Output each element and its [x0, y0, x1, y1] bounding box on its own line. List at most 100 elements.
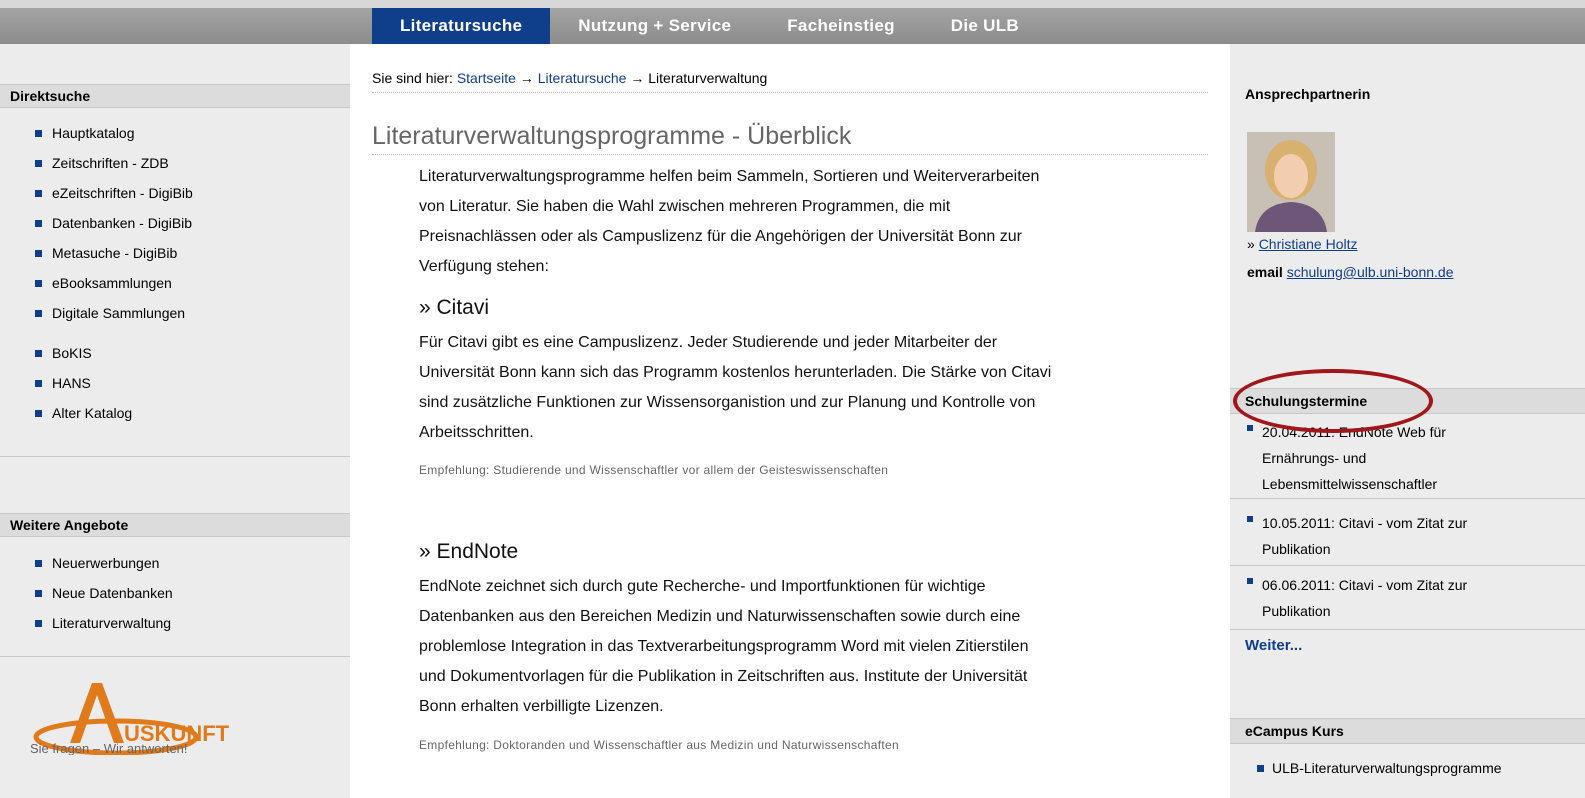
- term-line: Ernährungs- und: [1262, 450, 1367, 466]
- bullet-icon: [35, 380, 42, 387]
- main-nav: Literatursuche Nutzung + Service Fachein…: [372, 8, 1047, 44]
- sidebar-item-bokis[interactable]: BoKIS: [0, 338, 350, 368]
- bullet-icon: [35, 190, 42, 197]
- email-label: email: [1247, 264, 1287, 280]
- divider: [0, 456, 350, 457]
- sidebar-item-label: Neuerwerbungen: [52, 555, 160, 571]
- contact-photo: [1247, 132, 1335, 232]
- endnote-recommendation: Empfehlung: Doktoranden und Wissenschaft…: [419, 738, 899, 752]
- nav-literatursuche[interactable]: Literatursuche: [372, 8, 551, 44]
- sidebar-item-digitale-sammlungen[interactable]: Digitale Sammlungen: [0, 298, 350, 328]
- sidebar-item-label: eBooksammlungen: [52, 275, 172, 291]
- bullet-icon: [35, 620, 42, 627]
- bullet-icon: [1247, 516, 1253, 522]
- direktsuche-list: Hauptkatalog Zeitschriften - ZDB eZeitsc…: [0, 118, 350, 328]
- citavi-paragraph: Für Citavi gibt es eine Campuslizenz. Je…: [419, 328, 1219, 448]
- term-item[interactable]: 06.06.2011: Citavi - vom Zitat zur Publi…: [1230, 572, 1585, 630]
- direktsuche-heading: Direktsuche: [0, 84, 350, 108]
- intro-line: Preisnachlässen oder als Campuslizenz fü…: [419, 228, 1022, 245]
- divider: [372, 92, 1208, 93]
- bullet-icon: [35, 350, 42, 357]
- term-line: Publikation: [1262, 541, 1331, 557]
- nav-nutzung-service[interactable]: Nutzung + Service: [550, 8, 759, 44]
- term-item[interactable]: 10.05.2011: Citavi - vom Zitat zur Publi…: [1230, 510, 1585, 566]
- sidebar-item-alter-katalog[interactable]: Alter Katalog: [0, 398, 350, 428]
- bullet-icon: [35, 160, 42, 167]
- breadcrumb-prefix: Sie sind hier:: [372, 70, 457, 86]
- contact-name-row: » Christiane Holtz: [1247, 236, 1358, 252]
- right-sidebar: Ansprechpartnerin » Christiane Holtz ema…: [1230, 44, 1585, 798]
- bullet-icon: [1247, 425, 1253, 431]
- auskunft-logo[interactable]: USKUNFT Sie fragen – Wir antworten!: [30, 665, 250, 756]
- sidebar-item-ebooksammlungen[interactable]: eBooksammlungen: [0, 268, 350, 298]
- ecampus-item-label: ULB-Literaturverwaltungsprogramme: [1272, 760, 1502, 776]
- contact-email-row: email schulung@ulb.uni-bonn.de: [1247, 264, 1453, 280]
- bullet-icon: [1247, 578, 1253, 584]
- sidebar-item-neuerwerbungen[interactable]: Neuerwerbungen: [0, 548, 350, 578]
- sidebar-item-label: Datenbanken - DigiBib: [52, 215, 193, 231]
- page-title: Literaturverwaltungsprogramme - Überblic…: [372, 122, 852, 150]
- citavi-line: Universität Bonn kann sich das Programm …: [419, 364, 1052, 381]
- nav-facheinstieg[interactable]: Facheinstieg: [759, 8, 923, 44]
- top-nav-bar: Literatursuche Nutzung + Service Fachein…: [0, 0, 1585, 44]
- citavi-recommendation: Empfehlung: Studierende und Wissenschaft…: [419, 463, 889, 477]
- citavi-line: sind zusätzliche Funktionen zur Wissenso…: [419, 394, 1036, 411]
- bullet-icon: [35, 310, 42, 317]
- weiter-link[interactable]: Weiter...: [1245, 637, 1302, 654]
- term-line: Lebensmittelwissenschaftler: [1262, 476, 1438, 492]
- citavi-line: Arbeitsschritten.: [419, 424, 534, 441]
- contact-name-link[interactable]: Christiane Holtz: [1259, 236, 1358, 252]
- sidebar-item-label: Zeitschriften - ZDB: [52, 155, 169, 171]
- divider: [0, 656, 350, 657]
- intro-paragraph: Literaturverwaltungsprogramme helfen bei…: [419, 162, 1219, 282]
- breadcrumb-arrow: →: [626, 70, 649, 86]
- ecampus-heading: eCampus Kurs: [1230, 718, 1585, 744]
- logo-tagline: Sie fragen – Wir antworten!: [30, 741, 188, 755]
- sidebar-item-literaturverwaltung[interactable]: Literaturverwaltung: [0, 608, 350, 638]
- endnote-heading: » EndNote: [419, 540, 519, 563]
- bullet-icon: [35, 280, 42, 287]
- term-item[interactable]: 20.04.2011: EndNote Web für Ernährungs- …: [1230, 419, 1585, 499]
- schulungstermine-heading: Schulungstermine: [1230, 388, 1585, 414]
- term-line: 06.06.2011: Citavi - vom Zitat zur: [1262, 577, 1468, 593]
- sidebar-item-label: Literaturverwaltung: [52, 615, 172, 631]
- sidebar-item-label: Neue Datenbanken: [52, 585, 173, 601]
- bullet-icon: [35, 250, 42, 257]
- sidebar-item-label: Digitale Sammlungen: [52, 305, 186, 321]
- sidebar-item-neue-datenbanken[interactable]: Neue Datenbanken: [0, 578, 350, 608]
- endnote-paragraph: EndNote zeichnet sich durch gute Recherc…: [419, 572, 1219, 722]
- sidebar-item-metasuche[interactable]: Metasuche - DigiBib: [0, 238, 350, 268]
- weitere-list: Neuerwerbungen Neue Datenbanken Literatu…: [0, 548, 350, 638]
- bullet-icon: [35, 220, 42, 227]
- sidebar-item-zeitschriften-zdb[interactable]: Zeitschriften - ZDB: [0, 148, 350, 178]
- endnote-line: Datenbanken aus den Bereichen Medizin un…: [419, 608, 1021, 625]
- term-line: 10.05.2011: Citavi - vom Zitat zur: [1262, 515, 1468, 531]
- sidebar-item-ezeitschriften[interactable]: eZeitschriften - DigiBib: [0, 178, 350, 208]
- bullet-icon: [35, 590, 42, 597]
- breadcrumb-home-link[interactable]: Startseite: [457, 70, 516, 86]
- breadcrumb-section-link[interactable]: Literatursuche: [538, 70, 627, 86]
- main-content: Sie sind hier: Startseite → Literatursuc…: [350, 44, 1230, 798]
- sidebar-item-datenbanken[interactable]: Datenbanken - DigiBib: [0, 208, 350, 238]
- bullet-icon: [35, 410, 42, 417]
- divider: [372, 154, 1208, 155]
- email-link[interactable]: schulung@ulb.uni-bonn.de: [1287, 264, 1454, 280]
- ecampus-item[interactable]: ULB-Literaturverwaltungsprogramme: [1230, 753, 1585, 783]
- term-line: 20.04.2011: EndNote Web für: [1262, 424, 1446, 440]
- sidebar-item-hauptkatalog[interactable]: Hauptkatalog: [0, 118, 350, 148]
- nav-die-ulb[interactable]: Die ULB: [923, 8, 1047, 44]
- sidebar-item-hans[interactable]: HANS: [0, 368, 350, 398]
- citavi-line: Für Citavi gibt es eine Campuslizenz. Je…: [419, 334, 998, 351]
- contact-prefix: »: [1247, 236, 1259, 252]
- sidebar-item-label: BoKIS: [52, 345, 92, 361]
- sidebar-item-label: Alter Katalog: [52, 405, 133, 421]
- bullet-icon: [35, 560, 42, 567]
- intro-line: Literaturverwaltungsprogramme helfen bei…: [419, 168, 1040, 185]
- citavi-heading: » Citavi: [419, 296, 490, 319]
- breadcrumb-arrow: →: [515, 70, 538, 86]
- endnote-line: EndNote zeichnet sich durch gute Recherc…: [419, 578, 986, 595]
- auskunft-logo-graphic: USKUNFT Sie fragen – Wir antworten!: [30, 683, 230, 756]
- contact-heading: Ansprechpartnerin: [1245, 86, 1371, 102]
- top-strip: [0, 0, 1585, 8]
- catalog-list: BoKIS HANS Alter Katalog: [0, 338, 350, 428]
